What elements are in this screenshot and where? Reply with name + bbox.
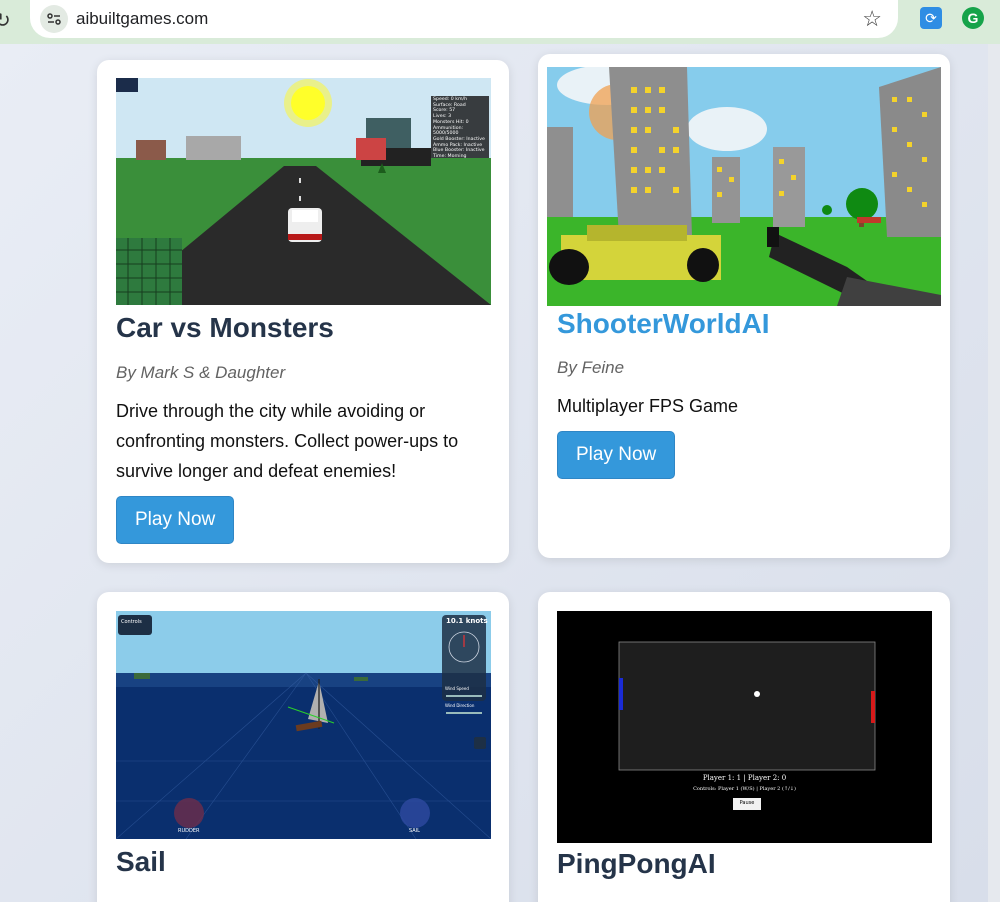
game-card-sail: Controls 10.1 knots Wind Speed Wind Dire… [97, 592, 509, 902]
game-thumbnail[interactable]: Controls 10.1 knots Wind Speed Wind Dire… [116, 611, 491, 839]
hud-line: Gold Booster: Inactive [433, 136, 485, 142]
game-title[interactable]: PingPongAI [557, 848, 716, 880]
game-title[interactable]: ShooterWorldAI [557, 308, 770, 340]
scrollbar[interactable] [988, 44, 1000, 902]
wind-direction-label: Wind Direction [445, 703, 475, 708]
speed-readout: 10.1 knots [446, 617, 488, 625]
game-title[interactable]: Sail [116, 846, 166, 878]
score-text: Player 1: 1 | Player 2: 0 [702, 774, 787, 782]
game-thumbnail[interactable]: Player 1: 1 | Player 2: 0 Controls: Play… [557, 611, 932, 843]
reload-icon[interactable]: ↻ [0, 8, 11, 33]
pause-button: Pause [739, 800, 755, 806]
extension-sync-icon[interactable]: ⟳ [920, 7, 942, 29]
wind-speed-label: Wind Speed [445, 686, 469, 691]
hud-line: Ammunition: 5000/5000 [433, 125, 464, 137]
play-now-button[interactable]: Play Now [557, 431, 676, 479]
game-card-shooterworldai: ShooterWorldAI By Feine Multiplayer FPS … [538, 54, 950, 558]
game-card-pingpongai: Player 1: 1 | Player 2: 0 Controls: Play… [538, 592, 950, 902]
site-info-icon[interactable] [40, 5, 68, 33]
address-bar[interactable]: aibuiltgames.com ☆ [30, 0, 898, 38]
hud-panel: Speed: 0 km/h Surface: Road Score: 57 Li… [433, 97, 489, 160]
sail-label: SAIL [409, 828, 420, 834]
game-author: By Feine [557, 358, 625, 377]
game-thumbnail[interactable] [547, 67, 941, 306]
game-thumbnail[interactable]: Speed: 0 km/h Surface: Road Score: 57 Li… [116, 78, 491, 305]
url-text[interactable]: aibuiltgames.com [76, 9, 208, 29]
game-description: Drive through the city while avoiding or… [116, 401, 459, 481]
controls-text: Controls: Player 1 (W/S) | Player 2 (↑/↓… [693, 786, 796, 792]
game-author: By Mark S & Daughter [116, 363, 286, 382]
star-icon[interactable]: ☆ [862, 6, 882, 32]
grammarly-icon[interactable]: G [962, 7, 984, 29]
rudder-label: RUDDER [178, 828, 200, 834]
game-card-car-vs-monsters: Speed: 0 km/h Surface: Road Score: 57 Li… [97, 60, 509, 563]
game-description: Multiplayer FPS Game [557, 396, 739, 416]
controls-button: Controls [121, 619, 142, 625]
play-now-button[interactable]: Play Now [116, 496, 235, 544]
hud-line: Time: Morning [433, 154, 467, 160]
browser-toolbar: ↻ aibuiltgames.com ☆ ⟳ G [0, 0, 1000, 44]
game-title[interactable]: Car vs Monsters [116, 312, 334, 344]
